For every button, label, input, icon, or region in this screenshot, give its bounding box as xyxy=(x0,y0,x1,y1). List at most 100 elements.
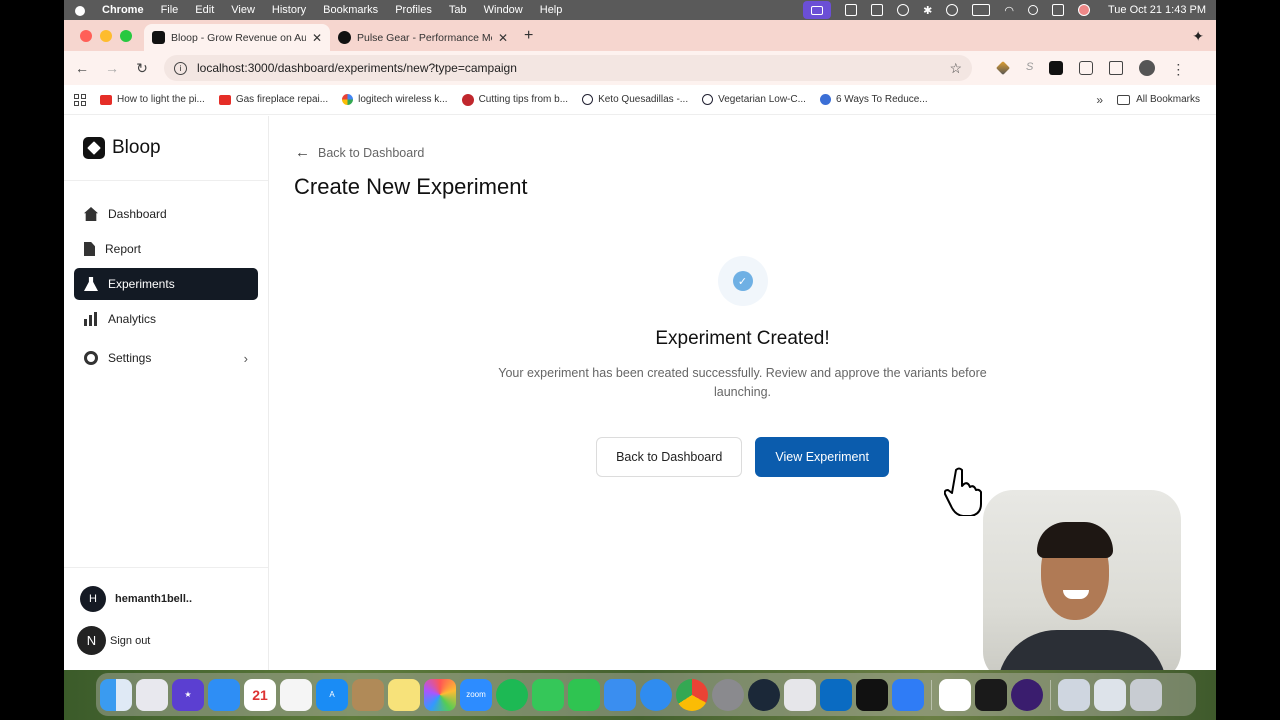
control-center-icon[interactable] xyxy=(1051,4,1064,16)
play-icon[interactable] xyxy=(946,4,959,16)
back-arrow-icon[interactable]: ← xyxy=(74,60,90,76)
menu-tab[interactable]: Tab xyxy=(449,4,467,16)
documents-stack-icon[interactable] xyxy=(1094,678,1126,711)
cursor-app-icon[interactable] xyxy=(856,678,888,711)
zoom-icon[interactable]: zoom xyxy=(460,678,492,711)
bookmark-item[interactable]: How to light the pi... xyxy=(100,94,205,105)
bookmark-star-icon[interactable]: ☆ xyxy=(949,60,962,77)
status-icon-1[interactable] xyxy=(845,4,858,16)
app-store-icon[interactable]: A xyxy=(316,678,348,711)
flask-icon xyxy=(84,277,98,291)
view-experiment-button[interactable]: View Experiment xyxy=(755,437,889,477)
gemini-sparkle-icon[interactable]: ✦ xyxy=(1192,28,1204,45)
close-tab-icon[interactable]: ✕ xyxy=(312,31,322,45)
search-icon[interactable] xyxy=(1027,5,1038,15)
back-to-dashboard-button[interactable]: Back to Dashboard xyxy=(596,437,743,477)
puzzle-extensions-icon[interactable] xyxy=(1079,61,1094,75)
s-extension-icon[interactable]: S xyxy=(1026,61,1033,75)
messages-icon[interactable] xyxy=(532,678,564,711)
bookmarks-overflow-button[interactable]: » xyxy=(1096,93,1103,107)
contacts-icon[interactable] xyxy=(352,678,384,711)
finder-icon[interactable] xyxy=(100,678,132,711)
bookmark-item[interactable]: Cutting tips from b... xyxy=(461,93,568,106)
screen-share-icon[interactable] xyxy=(803,1,832,19)
address-bar[interactable]: i localhost:3000/dashboard/experiments/n… xyxy=(164,55,972,81)
bookmark-item[interactable]: Gas fireplace repai... xyxy=(218,94,328,105)
menu-view[interactable]: View xyxy=(231,4,255,16)
menu-bookmarks[interactable]: Bookmarks xyxy=(323,4,378,16)
tab-bloop[interactable]: Bloop - Grow Revenue on Aut ✕ xyxy=(144,24,330,51)
facetime-icon[interactable] xyxy=(568,678,600,711)
steam-icon[interactable] xyxy=(748,678,780,711)
menu-window[interactable]: Window xyxy=(484,4,523,16)
reminders-icon[interactable] xyxy=(280,678,312,711)
kebab-menu-icon[interactable]: ⋮ xyxy=(1171,61,1185,77)
downloads-stack-icon[interactable] xyxy=(1058,678,1090,711)
terminal-icon[interactable] xyxy=(975,678,1007,711)
back-to-dashboard-link[interactable]: ← Back to Dashboard xyxy=(295,144,424,161)
menu-history[interactable]: History xyxy=(272,4,306,16)
spotify-icon[interactable] xyxy=(496,678,528,711)
sidebar-item-settings[interactable]: Settings › xyxy=(74,342,258,374)
imovie-icon[interactable]: ★ xyxy=(172,678,204,711)
reload-icon[interactable]: ↻ xyxy=(134,60,150,77)
apps-grid-icon[interactable] xyxy=(74,93,86,106)
slack-icon[interactable] xyxy=(939,678,971,711)
trash-icon[interactable] xyxy=(1130,678,1162,711)
system-settings-icon[interactable] xyxy=(712,678,744,711)
sidebar-item-dashboard[interactable]: Dashboard xyxy=(74,198,258,230)
keynote-icon[interactable] xyxy=(208,678,240,711)
user-profile[interactable]: H hemanth1bell.. xyxy=(80,586,252,612)
minimize-window-button[interactable] xyxy=(100,30,112,42)
calendar-icon[interactable]: 21 xyxy=(244,678,276,711)
menu-edit[interactable]: Edit xyxy=(195,4,214,16)
tab-search-icon[interactable] xyxy=(1109,61,1124,75)
wifi-icon[interactable]: ◠ xyxy=(1004,4,1014,17)
vscode-icon[interactable] xyxy=(820,678,852,711)
siri-icon[interactable] xyxy=(1077,4,1090,16)
bluetooth-icon[interactable]: ✱ xyxy=(923,4,932,17)
bookmark-item[interactable]: 6 Ways To Reduce... xyxy=(819,94,928,105)
sidebar-item-report[interactable]: Report xyxy=(74,233,258,265)
mail-icon[interactable] xyxy=(604,678,636,711)
url-text[interactable]: localhost:3000/dashboard/experiments/new… xyxy=(197,61,939,75)
bloop-extension-icon[interactable] xyxy=(1049,61,1064,75)
all-bookmarks-button[interactable]: All Bookmarks xyxy=(1117,94,1200,105)
apple-icon[interactable] xyxy=(74,4,86,16)
menu-help[interactable]: Help xyxy=(540,4,563,16)
close-window-button[interactable] xyxy=(80,30,92,42)
pen-extension-icon[interactable] xyxy=(996,61,1010,75)
iphone-mirroring-icon[interactable] xyxy=(784,678,816,711)
tab-pulse-gear[interactable]: Pulse Gear - Performance Me ✕ xyxy=(330,24,516,51)
profile-avatar-icon[interactable] xyxy=(1139,60,1156,76)
battery-icon[interactable] xyxy=(972,4,991,16)
site-info-icon[interactable]: i xyxy=(174,61,187,75)
record-icon[interactable] xyxy=(897,4,910,16)
menu-file[interactable]: File xyxy=(161,4,179,16)
forward-arrow-icon[interactable]: → xyxy=(104,60,120,76)
obs-icon[interactable] xyxy=(1011,678,1043,711)
zoom-window-button[interactable] xyxy=(120,30,132,42)
bookmark-item[interactable]: Keto Quesadillas -... xyxy=(582,94,688,105)
close-tab-icon[interactable]: ✕ xyxy=(498,31,508,45)
bookmark-item[interactable]: Vegetarian Low-C... xyxy=(702,94,806,105)
brand[interactable]: Bloop xyxy=(64,116,268,181)
new-tab-button[interactable]: + xyxy=(524,27,533,45)
chrome-icon[interactable] xyxy=(676,678,708,711)
notes-icon[interactable] xyxy=(388,678,420,711)
launchpad-icon[interactable] xyxy=(136,678,168,711)
status-icon-2[interactable] xyxy=(871,4,884,16)
safari-icon[interactable] xyxy=(640,678,672,711)
menu-clock[interactable]: Tue Oct 21 1:43 PM xyxy=(1108,4,1206,16)
photos-icon[interactable] xyxy=(424,678,456,711)
sidebar-item-analytics[interactable]: Analytics xyxy=(74,303,258,335)
menu-app-name[interactable]: Chrome xyxy=(102,4,144,16)
bookmark-item[interactable]: logitech wireless k... xyxy=(342,94,448,105)
chevron-right-icon[interactable]: › xyxy=(244,351,248,366)
roblox-icon[interactable] xyxy=(892,678,924,711)
menu-profiles[interactable]: Profiles xyxy=(395,4,432,16)
sidebar-item-experiments[interactable]: Experiments xyxy=(74,268,258,300)
tab-title: Bloop - Grow Revenue on Aut xyxy=(171,31,306,44)
avatar: N xyxy=(77,626,106,655)
sign-out-button[interactable]: N Sign out xyxy=(77,626,252,655)
